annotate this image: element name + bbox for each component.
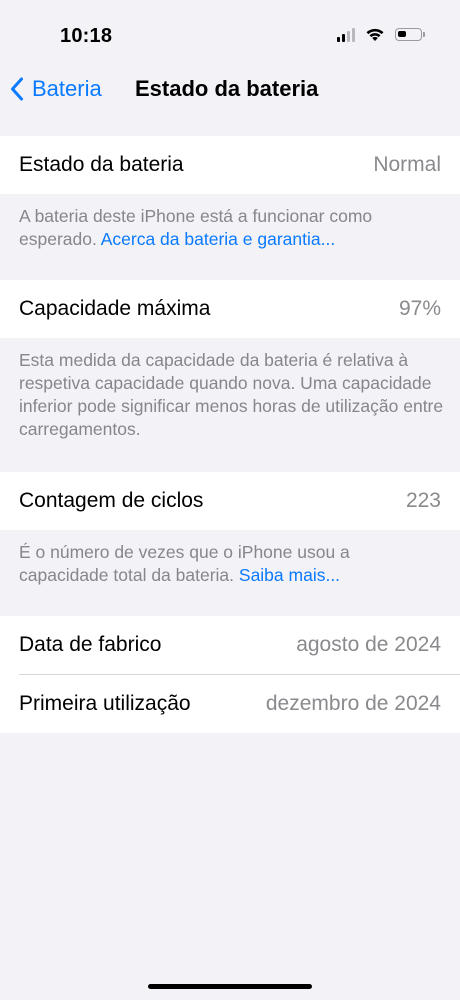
battery-state-row: Estado da bateria Normal <box>0 136 460 194</box>
learn-more-link[interactable]: Saiba mais... <box>239 565 340 585</box>
cellular-signal-icon <box>337 27 355 42</box>
status-bar: 10:18 <box>0 0 460 74</box>
manufacture-date-row: Data de fabrico agosto de 2024 <box>0 616 460 674</box>
battery-state-group: Estado da bateria Normal <box>0 136 460 194</box>
status-icons <box>337 27 425 42</box>
manufacture-date-label: Data de fabrico <box>19 633 162 656</box>
wifi-icon <box>366 28 384 41</box>
max-capacity-value: 97% <box>398 297 441 320</box>
battery-state-value: Normal <box>373 153 441 176</box>
chevron-left-icon <box>11 77 23 101</box>
max-capacity-group: Capacidade máxima 97% <box>0 280 460 338</box>
back-button-label: Bateria <box>32 76 102 101</box>
dates-group: Data de fabrico agosto de 2024 Primeira … <box>0 616 460 733</box>
status-time: 10:18 <box>60 25 113 47</box>
first-use-label: Primeira utilização <box>19 692 191 715</box>
cycle-count-row: Contagem de ciclos 223 <box>0 472 460 530</box>
max-capacity-footer: Esta medida da capacidade da bateria é r… <box>19 350 444 439</box>
cycle-count-label: Contagem de ciclos <box>19 489 204 512</box>
battery-state-label: Estado da bateria <box>19 153 184 176</box>
battery-fill <box>398 31 406 37</box>
back-button[interactable]: Bateria <box>10 74 102 104</box>
home-indicator[interactable] <box>148 984 312 989</box>
page-title: Estado da bateria <box>135 76 319 101</box>
battery-state-footer: A bateria deste iPhone está a funcionar … <box>19 205 444 251</box>
manufacture-date-value: agosto de 2024 <box>296 633 441 656</box>
battery-warranty-link[interactable]: Acerca da bateria e garantia... <box>101 229 335 249</box>
max-capacity-label: Capacidade máxima <box>19 297 211 320</box>
cycle-count-value: 223 <box>405 489 441 512</box>
max-capacity-row: Capacidade máxima 97% <box>0 280 460 338</box>
first-use-value: dezembro de 2024 <box>265 692 441 715</box>
first-use-row: Primeira utilização dezembro de 2024 <box>0 675 460 733</box>
cycle-count-footer: É o número de vezes que o iPhone usou a … <box>19 541 444 587</box>
battery-icon <box>395 28 425 41</box>
cycle-count-group: Contagem de ciclos 223 <box>0 472 460 530</box>
navigation-bar: Bateria Estado da bateria <box>0 74 460 124</box>
